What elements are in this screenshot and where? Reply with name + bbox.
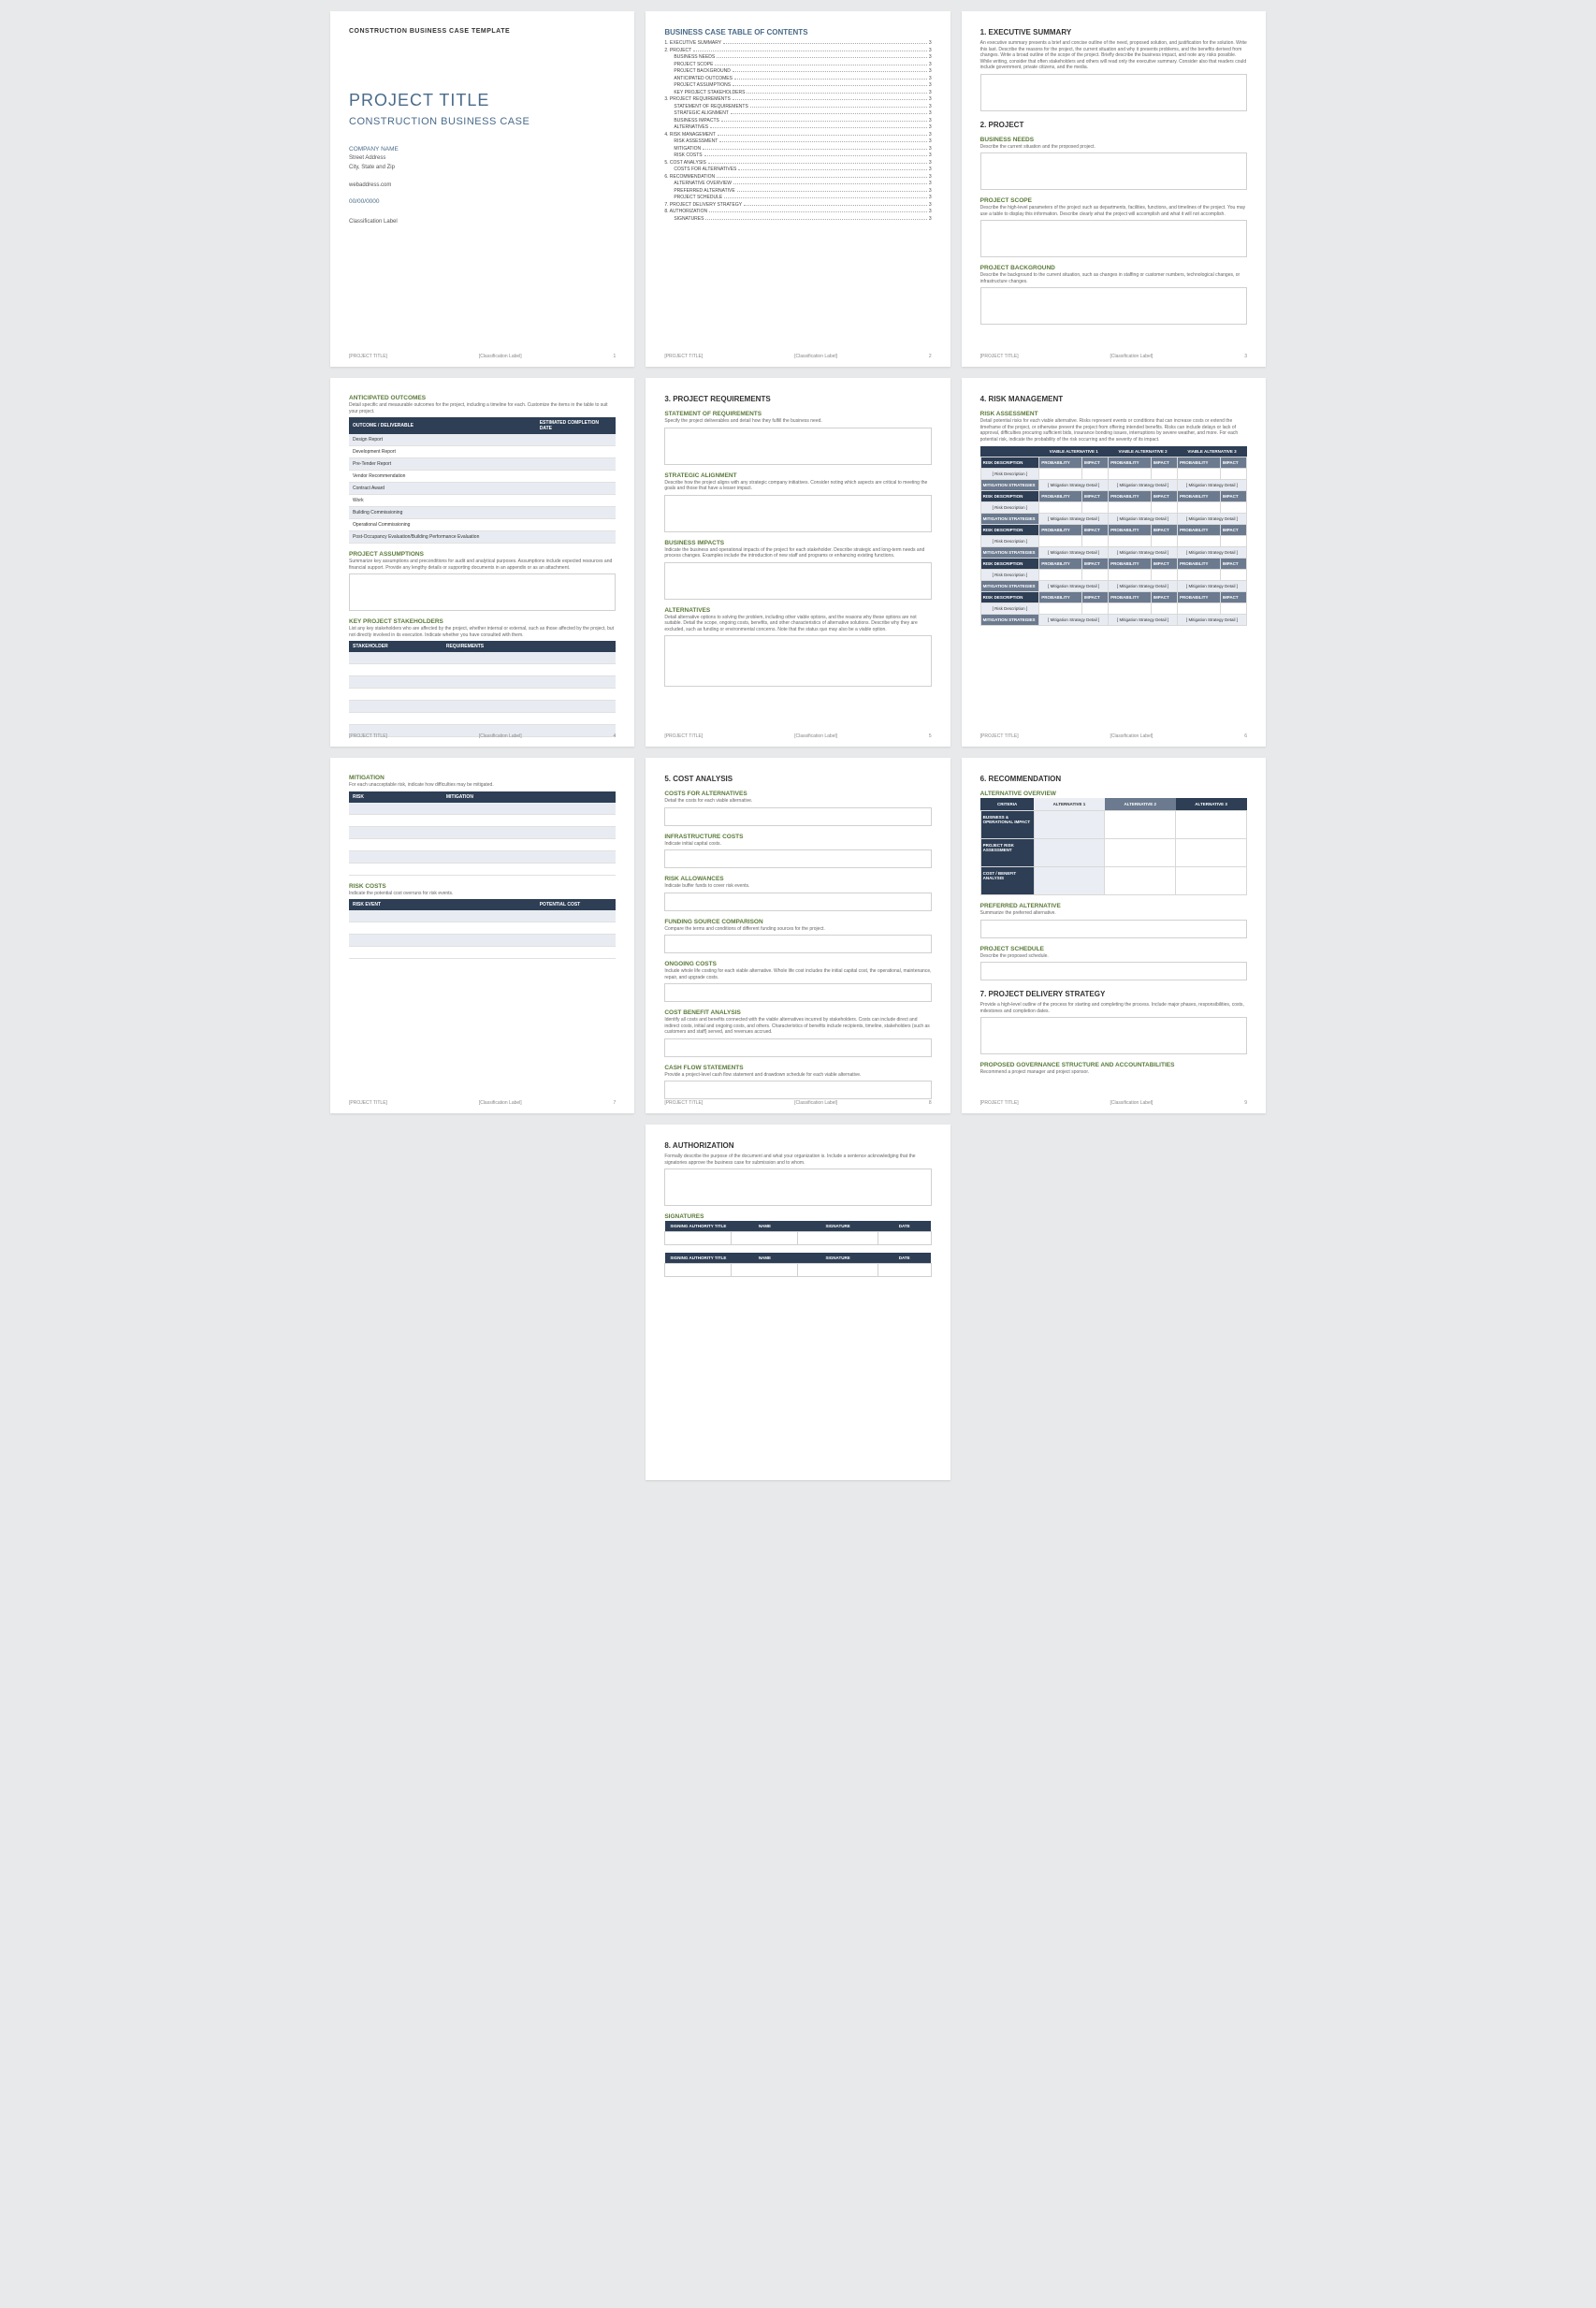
sub-business-needs: BUSINESS NEEDS: [980, 137, 1247, 143]
authorization-box[interactable]: [664, 1169, 931, 1206]
toc-list: 1. EXECUTIVE SUMMARY32. PROJECT3BUSINESS…: [664, 40, 931, 222]
page-footer: [PROJECT TITLE][Classification Label]2: [664, 354, 931, 359]
alternatives-box[interactable]: [664, 635, 931, 687]
sub-project-background: PROJECT BACKGROUND: [980, 265, 1247, 271]
exec-summary-box[interactable]: [980, 74, 1247, 111]
page-4-outcomes: ANTICIPATED OUTCOMES Detail specific and…: [330, 378, 634, 747]
outcomes-table: OUTCOME / DELIVERABLEESTIMATED COMPLETIO…: [349, 417, 616, 544]
risk-table: VIABLE ALTERNATIVE 1VIABLE ALTERNATIVE 2…: [980, 446, 1247, 626]
address-line-2: City, State and Zip: [349, 164, 616, 171]
page-6-risk: 4. RISK MANAGEMENT RISK ASSESSMENT Detai…: [962, 378, 1266, 747]
sec-exec-summary: 1. EXECUTIVE SUMMARY: [980, 28, 1247, 36]
page-footer: [PROJECT TITLE][Classification Label]7: [349, 1100, 616, 1106]
requirements-box[interactable]: [664, 428, 931, 465]
web-address: webaddress.com: [349, 181, 616, 189]
project-background-box[interactable]: [980, 287, 1247, 325]
sec-authorization: 8. AUTHORIZATION: [664, 1141, 931, 1150]
business-needs-box[interactable]: [980, 152, 1247, 190]
mitigation-table: RISKMITIGATION: [349, 791, 616, 876]
impacts-box[interactable]: [664, 562, 931, 600]
date: 00/00/0000: [349, 198, 616, 205]
project-scope-box[interactable]: [980, 220, 1247, 257]
page-8-cost: 5. COST ANALYSIS COSTS FOR ALTERNATIVESD…: [646, 758, 950, 1113]
page-footer: [PROJECT TITLE][Classification Label]8: [664, 1100, 931, 1106]
sec-delivery: 7. PROJECT DELIVERY STRATEGY: [980, 990, 1247, 998]
sub-outcomes: ANTICIPATED OUTCOMES: [349, 395, 616, 401]
risk-costs-table: RISK EVENTPOTENTIAL COST: [349, 899, 616, 959]
page-footer: [PROJECT TITLE][Classification Label]3: [980, 354, 1247, 359]
sec-project: 2. PROJECT: [980, 121, 1247, 129]
assumptions-box[interactable]: [349, 573, 616, 611]
page-1-cover: CONSTRUCTION BUSINESS CASE TEMPLATE PROJ…: [330, 11, 634, 367]
alternatives-table: CRITERIAALTERNATIVE 1ALTERNATIVE 2ALTERN…: [980, 798, 1247, 895]
template-header: CONSTRUCTION BUSINESS CASE TEMPLATE: [349, 28, 616, 35]
sec-risk: 4. RISK MANAGEMENT: [980, 395, 1247, 403]
page-footer: [PROJECT TITLE][Classification Label]1: [349, 354, 616, 359]
page-2-toc: BUSINESS CASE TABLE OF CONTENTS 1. EXECU…: [646, 11, 950, 367]
page-9-recommendation: 6. RECOMMENDATION ALTERNATIVE OVERVIEW C…: [962, 758, 1266, 1113]
page-7-mitigation: MITIGATION For each unacceptable risk, i…: [330, 758, 634, 1113]
sub-assumptions: PROJECT ASSUMPTIONS: [349, 551, 616, 558]
page-footer: [PROJECT TITLE][Classification Label]4: [349, 733, 616, 739]
signature-table-1: SIGNING AUTHORITY TITLENAMESIGNATUREDATE: [664, 1221, 931, 1245]
stakeholders-table: STAKEHOLDERREQUIREMENTS: [349, 641, 616, 737]
address-line-1: Street Address: [349, 154, 616, 162]
signature-table-2: SIGNING AUTHORITY TITLENAMESIGNATUREDATE: [664, 1253, 931, 1277]
sec-cost: 5. COST ANALYSIS: [664, 775, 931, 783]
page-10-authorization: 8. AUTHORIZATION Formally describe the p…: [646, 1125, 950, 1480]
page-footer: [PROJECT TITLE][Classification Label]9: [980, 1100, 1247, 1106]
doc-subtitle: CONSTRUCTION BUSINESS CASE: [349, 116, 616, 127]
project-title: PROJECT TITLE: [349, 91, 616, 110]
exec-summary-desc: An executive summary presents a brief an…: [980, 40, 1247, 71]
sub-stakeholders: KEY PROJECT STAKEHOLDERS: [349, 618, 616, 625]
page-5-requirements: 3. PROJECT REQUIREMENTS STATEMENT OF REQ…: [646, 378, 950, 747]
page-footer: [PROJECT TITLE][Classification Label]6: [980, 733, 1247, 739]
page-footer: [PROJECT TITLE][Classification Label]5: [664, 733, 931, 739]
company-name: COMPANY NAME: [349, 146, 616, 152]
page-3-exec-summary: 1. EXECUTIVE SUMMARY An executive summar…: [962, 11, 1266, 367]
classification: Classification Label: [349, 218, 616, 225]
alignment-box[interactable]: [664, 495, 931, 532]
page-grid: CONSTRUCTION BUSINESS CASE TEMPLATE PROJ…: [330, 11, 1266, 1480]
sec-requirements: 3. PROJECT REQUIREMENTS: [664, 395, 931, 403]
sub-project-scope: PROJECT SCOPE: [980, 197, 1247, 204]
toc-title: BUSINESS CASE TABLE OF CONTENTS: [664, 28, 931, 36]
sec-recommendation: 6. RECOMMENDATION: [980, 775, 1247, 783]
